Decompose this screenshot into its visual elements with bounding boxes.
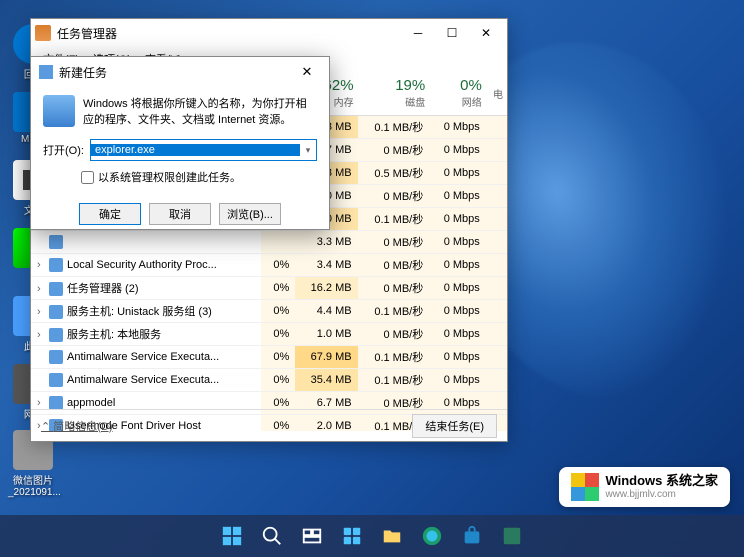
end-task-button[interactable]: 结束任务(E)	[412, 414, 497, 438]
open-label: 打开(O):	[43, 142, 84, 158]
table-row[interactable]: ›服务主机: Unistack 服务组 (3)0%4.4 MB0.1 MB/秒0…	[31, 300, 507, 323]
dialog-icon	[39, 65, 53, 79]
dialog-titlebar[interactable]: 新建任务 ✕	[31, 57, 329, 87]
expand-icon[interactable]: ›	[37, 397, 49, 409]
watermark: Windows 系统之家 www.bjjmlv.com	[559, 467, 730, 507]
expand-icon[interactable]: ›	[37, 259, 49, 271]
run-icon	[43, 95, 75, 127]
browse-button[interactable]: 浏览(B)...	[219, 203, 281, 225]
col-network[interactable]: 0%网络	[429, 71, 486, 116]
store-icon[interactable]	[454, 518, 490, 554]
open-combobox[interactable]: ▾	[90, 139, 317, 161]
dialog-title: 新建任务	[59, 64, 293, 81]
col-disk[interactable]: 19%磁盘	[358, 71, 430, 116]
explorer-icon[interactable]	[374, 518, 410, 554]
table-row[interactable]: ›服务主机: 本地服务0%1.0 MB0 MB/秒0 Mbps	[31, 323, 507, 346]
footer: ⌃ 简略信息(D) 结束任务(E)	[31, 409, 507, 441]
taskbar	[0, 515, 744, 557]
expand-icon[interactable]: ›	[37, 306, 49, 318]
search-icon[interactable]	[254, 518, 290, 554]
close-button[interactable]: ✕	[469, 20, 503, 46]
process-icon	[49, 305, 63, 319]
expand-icon[interactable]: ›	[37, 329, 49, 341]
titlebar[interactable]: 任务管理器 ─ ☐ ✕	[31, 19, 507, 47]
edge-icon[interactable]	[414, 518, 450, 554]
table-row[interactable]: ›任务管理器 (2)0%16.2 MB0 MB/秒0 Mbps	[31, 277, 507, 300]
window-title: 任务管理器	[57, 25, 401, 42]
minimize-button[interactable]: ─	[401, 20, 435, 46]
close-icon[interactable]: ✕	[293, 64, 321, 80]
widgets-icon[interactable]	[334, 518, 370, 554]
col-power[interactable]: 电	[486, 71, 507, 116]
process-icon	[49, 373, 63, 387]
ok-button[interactable]: 确定	[79, 203, 141, 225]
maximize-button[interactable]: ☐	[435, 20, 469, 46]
app-icon	[35, 25, 51, 41]
admin-label: 以系统管理权限创建此任务。	[98, 169, 241, 185]
taskbar-app-icon[interactable]	[494, 518, 530, 554]
process-icon	[49, 328, 63, 342]
windows-logo-icon	[571, 473, 599, 501]
run-dialog: 新建任务 ✕ Windows 将根据你所键入的名称，为你打开相应的程序、文件夹、…	[30, 56, 330, 230]
dialog-description: Windows 将根据你所键入的名称，为你打开相应的程序、文件夹、文档或 Int…	[83, 95, 317, 127]
table-row[interactable]: 3.3 MB0 MB/秒0 Mbps	[31, 231, 507, 254]
cancel-button[interactable]: 取消	[149, 203, 211, 225]
process-icon	[49, 350, 63, 364]
table-row[interactable]: Antimalware Service Executa...0%67.9 MB0…	[31, 346, 507, 369]
chevron-down-icon[interactable]: ▾	[300, 145, 316, 156]
process-icon	[49, 235, 63, 249]
table-row[interactable]: Antimalware Service Executa...0%35.4 MB0…	[31, 369, 507, 392]
open-input[interactable]	[91, 144, 300, 156]
process-icon	[49, 258, 63, 272]
process-icon	[49, 282, 63, 296]
admin-checkbox[interactable]	[81, 171, 94, 184]
start-button[interactable]	[214, 518, 250, 554]
fewer-details-link[interactable]: ⌃ 简略信息(D)	[41, 418, 113, 434]
table-row[interactable]: ›Local Security Authority Proc...0%3.4 M…	[31, 254, 507, 277]
task-view-icon[interactable]	[294, 518, 330, 554]
expand-icon[interactable]: ›	[37, 283, 49, 295]
